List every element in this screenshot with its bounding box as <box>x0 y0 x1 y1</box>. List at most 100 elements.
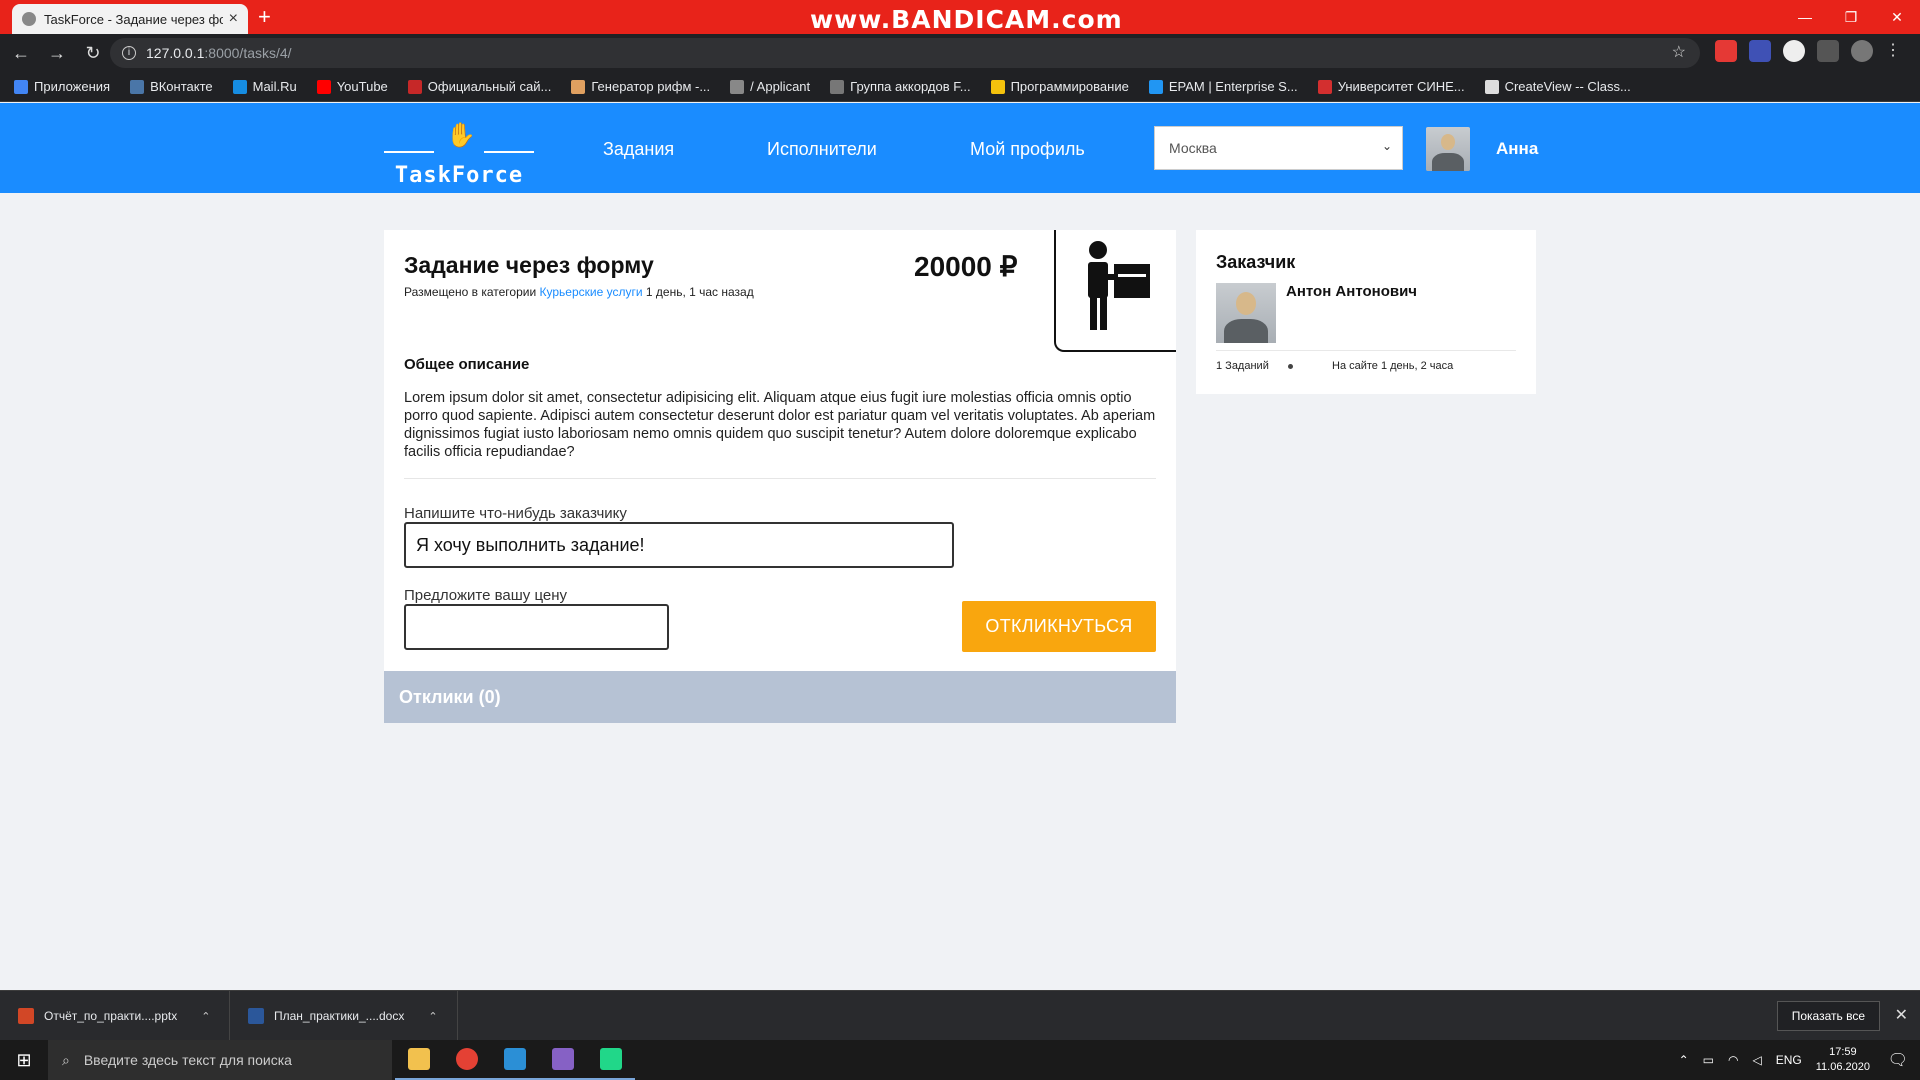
bookmark-label: Приложения <box>34 79 111 94</box>
download-item[interactable]: План_практики_....docx ⌃ <box>230 991 458 1041</box>
language-indicator[interactable]: ENG <box>1776 1053 1802 1067</box>
price-label: Предложите вашу цену <box>404 587 568 604</box>
extension-blue-icon[interactable] <box>1749 40 1771 62</box>
bookmark-favicon-icon <box>316 79 331 94</box>
bookmark-item[interactable]: YouTube <box>316 79 388 94</box>
customer-name[interactable]: Антон Антонович <box>1286 283 1417 300</box>
new-tab-button[interactable]: + <box>258 4 271 30</box>
task-title: Задание через форму <box>404 252 654 278</box>
separator-dot <box>1288 364 1293 369</box>
browser-tab[interactable]: TaskForce - Задание через форму × <box>12 4 248 34</box>
vscode-icon[interactable] <box>491 1040 539 1080</box>
user-name[interactable]: Анна <box>1496 139 1538 159</box>
nav-my-profile[interactable]: Мой профиль <box>970 139 1085 160</box>
file-explorer-icon[interactable] <box>395 1040 443 1080</box>
bookmark-favicon-icon <box>232 79 247 94</box>
task-meta-prefix: Размещено в категории <box>404 285 540 299</box>
responses-heading[interactable]: Отклики (0) <box>384 671 1176 723</box>
bookmark-item[interactable]: CreateView -- Class... <box>1484 79 1631 94</box>
minimize-icon[interactable]: — <box>1782 0 1828 34</box>
wifi-icon[interactable]: ◠ <box>1728 1053 1738 1067</box>
tab-favicon-icon <box>22 12 36 26</box>
bookmark-item[interactable]: ВКонтакте <box>130 79 213 94</box>
bookmark-label: Официальный сай... <box>427 79 552 94</box>
bookmark-label: CreateView -- Class... <box>1504 79 1631 94</box>
respond-button[interactable]: ОТКЛИКНУТЬСЯ <box>962 601 1156 652</box>
bookmark-favicon-icon <box>1484 79 1499 94</box>
task-meta-suffix: 1 день, 1 час назад <box>642 285 754 299</box>
bookmark-item[interactable]: Mail.Ru <box>232 79 297 94</box>
bookmark-item[interactable]: EPAM | Enterprise S... <box>1148 79 1298 94</box>
bookmark-item[interactable]: Приложения <box>14 79 110 94</box>
bookmark-star-icon[interactable]: ☆ <box>1672 42 1686 62</box>
bookmark-label: EPAM | Enterprise S... <box>1168 79 1298 94</box>
task-category-link[interactable]: Курьерские услуги <box>540 285 643 299</box>
menu-dots-icon[interactable]: ⋮ <box>1885 40 1901 62</box>
download-item[interactable]: Отчёт_по_практи....pptx ⌃ <box>0 991 230 1041</box>
word-file-icon <box>248 1008 264 1024</box>
back-icon[interactable]: ← <box>6 43 36 64</box>
media-control-icon[interactable] <box>1817 40 1839 62</box>
account-avatar-icon[interactable] <box>1851 40 1873 62</box>
forward-icon[interactable]: → <box>42 43 72 64</box>
city-select[interactable]: Москва ⌄ <box>1154 126 1403 170</box>
customer-heading: Заказчик <box>1216 252 1296 272</box>
bookmark-item[interactable]: Программирование <box>990 79 1129 94</box>
taskforce-logo[interactable]: ✋ TaskForce <box>384 113 534 188</box>
nav-tasks[interactable]: Задания <box>603 139 674 160</box>
bookmark-item[interactable]: / Applicant <box>730 79 810 94</box>
divider <box>1216 350 1516 351</box>
url-host: 127.0.0.1 <box>146 45 205 61</box>
search-icon: ⌕ <box>62 1051 70 1068</box>
price-input[interactable] <box>404 604 669 650</box>
profile-circle-icon[interactable] <box>1783 40 1805 62</box>
user-silhouette-icon <box>1426 127 1470 171</box>
chrome-icon[interactable] <box>443 1040 491 1080</box>
clock[interactable]: 17:59 11.06.2020 <box>1816 1045 1870 1075</box>
clock-date: 11.06.2020 <box>1815 1061 1870 1073</box>
bookmark-label: / Applicant <box>750 79 811 94</box>
taskbar-search-placeholder: Введите здесь текст для поиска <box>83 1052 292 1068</box>
task-meta: Размещено в категории Курьерские услуги … <box>404 285 754 299</box>
clock-time: 17:59 <box>1829 1046 1857 1058</box>
reload-icon[interactable]: ↻ <box>78 43 108 64</box>
bookmark-item[interactable]: Генератор рифм -... <box>571 79 710 94</box>
user-avatar[interactable] <box>1426 127 1470 171</box>
bookmark-item[interactable]: Официальный сай... <box>407 79 552 94</box>
address-bar[interactable]: i 127.0.0.1:8000/tasks/4/ ☆ <box>110 38 1700 68</box>
site-header: ✋ TaskForce Задания Исполнители Мой проф… <box>0 103 1920 193</box>
tab-title: TaskForce - Задание через форму <box>44 11 223 27</box>
message-label: Напишите что-нибудь заказчику <box>404 505 627 522</box>
pycharm-icon[interactable] <box>587 1040 635 1080</box>
windows-start-icon[interactable]: ⊞ <box>0 1040 48 1080</box>
close-downloads-icon[interactable]: ✕ <box>1895 1005 1908 1025</box>
restore-icon[interactable]: ❐ <box>1828 0 1874 34</box>
notification-icon[interactable]: 🗨 <box>1888 1050 1908 1070</box>
nav-performers[interactable]: Исполнители <box>767 139 877 160</box>
taskbar-search[interactable]: ⌕ Введите здесь текст для поиска <box>48 1040 392 1080</box>
tab-close-icon[interactable]: × <box>229 10 238 28</box>
extension-record-icon[interactable] <box>1715 40 1737 62</box>
visual-studio-icon[interactable] <box>539 1040 587 1080</box>
task-price: 20000 ₽ <box>914 251 1018 282</box>
bookmark-item[interactable]: Группа аккордов F... <box>830 79 971 94</box>
logo-line-right <box>484 151 534 153</box>
description-heading: Общее описание <box>404 356 530 373</box>
tray-expand-icon[interactable]: ⌃ <box>1679 1053 1689 1067</box>
bookmark-favicon-icon <box>830 79 845 94</box>
chevron-up-icon[interactable]: ⌃ <box>201 1010 210 1023</box>
battery-icon[interactable]: ▭ <box>1703 1053 1714 1067</box>
window-controls: — ❐ ✕ <box>1782 0 1920 34</box>
message-input[interactable]: Я хочу выполнить задание! <box>404 522 954 568</box>
recording-watermark: www.BANDICAM.com <box>810 5 1123 34</box>
task-card: Задание через форму Размещено в категори… <box>384 230 1176 671</box>
volume-icon[interactable]: ◁ <box>1753 1053 1762 1067</box>
chevron-down-icon: ⌄ <box>1381 139 1392 153</box>
chevron-up-icon[interactable]: ⌃ <box>428 1010 437 1023</box>
customer-avatar[interactable] <box>1216 283 1276 343</box>
show-all-downloads-button[interactable]: Показать все <box>1776 1001 1880 1031</box>
site-info-icon[interactable]: i <box>122 46 136 60</box>
close-window-icon[interactable]: ✕ <box>1874 0 1920 34</box>
bookmark-label: Группа аккордов F... <box>850 79 971 94</box>
bookmark-item[interactable]: Университет СИНЕ... <box>1317 79 1465 94</box>
